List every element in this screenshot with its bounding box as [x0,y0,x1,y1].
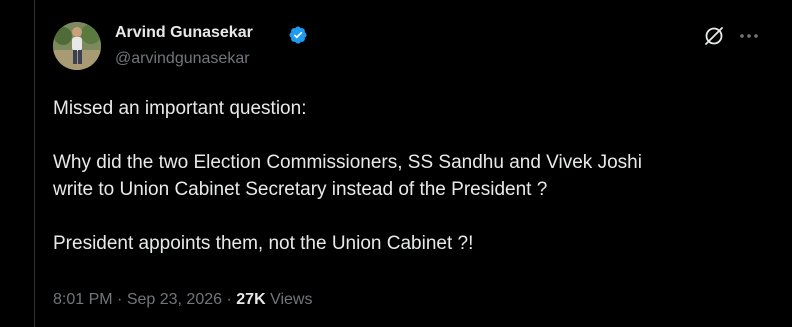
tweet-line: write to Union Cabinet Secretary instead… [53,179,548,200]
avatar[interactable] [53,22,101,70]
tweet-line: Why did the two Election Commissioners, … [53,152,642,173]
tweet-meta: 8:01 PM · Sep 23, 2026 · 27K Views [53,291,312,309]
tweet-time[interactable]: 8:01 PM [53,291,113,308]
avatar-image [53,22,101,70]
views-label: Views [270,291,313,308]
tweet-date[interactable]: Sep 23, 2026 [127,291,222,308]
grok-icon[interactable] [702,24,726,48]
meta-separator: · [226,291,232,308]
author-handle[interactable]: @arvindgunasekar [115,50,250,68]
tweet-text: Missed an important question: Why did th… [53,95,753,257]
views-count[interactable]: 27K [236,291,265,308]
more-options-icon[interactable] [737,24,761,48]
meta-separator: · [117,291,123,308]
tweet-card[interactable]: Arvind Gunasekar @arvindgunasekar Missed… [34,0,792,327]
verified-badge-icon[interactable] [288,25,308,45]
author-name[interactable]: Arvind Gunasekar [115,24,253,42]
tweet-line: Missed an important question: [53,98,307,119]
tweet-line: President appoints them, not the Union C… [53,233,474,254]
